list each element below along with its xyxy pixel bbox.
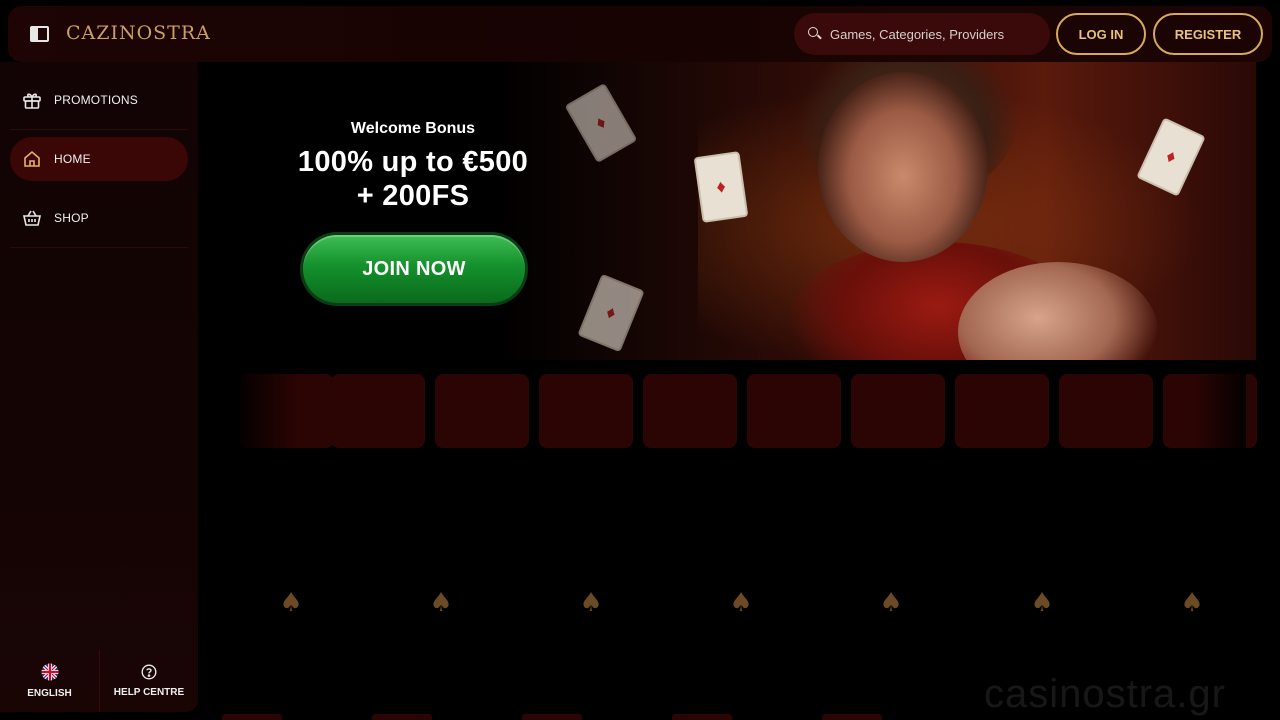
game-card-edge bbox=[222, 714, 282, 720]
language-selector[interactable]: ENGLISH bbox=[0, 650, 99, 712]
spade-loading-icon: ♠ bbox=[429, 588, 453, 618]
watermark: casinostra.gr bbox=[984, 672, 1226, 716]
banner-woman-face bbox=[818, 72, 988, 262]
sidebar-item-label: HOME bbox=[54, 152, 91, 166]
gift-icon bbox=[23, 93, 41, 109]
site-logo[interactable]: CAZINOSTRA bbox=[66, 22, 211, 44]
search-bar[interactable] bbox=[794, 13, 1050, 55]
category-tile[interactable] bbox=[435, 374, 529, 448]
bonus-free-spins: + 200FS bbox=[356, 180, 470, 212]
sidebar-item-label: PROMOTIONS bbox=[54, 93, 139, 107]
sidebar-divider bbox=[10, 129, 188, 130]
game-card-edge bbox=[672, 714, 732, 720]
game-card-edge bbox=[372, 714, 432, 720]
banner-title: Welcome Bonus bbox=[350, 120, 476, 137]
spade-loading-icon: ♠ bbox=[579, 588, 603, 618]
top-header: CAZINOSTRA LOG IN REGISTER bbox=[8, 6, 1272, 62]
playing-card-icon bbox=[577, 273, 645, 353]
category-carousel bbox=[240, 374, 1257, 448]
sidebar-item-shop[interactable]: SHOP bbox=[10, 196, 188, 240]
playing-card-icon bbox=[693, 151, 749, 223]
sidebar-item-promotions[interactable]: PROMOTIONS bbox=[10, 78, 188, 122]
sidebar-item-home[interactable]: HOME bbox=[10, 137, 188, 181]
language-label: ENGLISH bbox=[27, 688, 72, 699]
carousel-fade-right bbox=[1196, 370, 1246, 452]
game-card-edge bbox=[522, 714, 582, 720]
uk-flag-icon bbox=[41, 663, 58, 681]
spade-loading-icon: ♠ bbox=[1180, 588, 1204, 618]
sidebar-divider bbox=[10, 247, 188, 248]
basket-icon bbox=[23, 210, 41, 226]
spade-loading-icon: ♠ bbox=[879, 588, 903, 618]
register-button[interactable]: REGISTER bbox=[1153, 13, 1263, 55]
help-centre-link[interactable]: HELP CENTRE bbox=[99, 650, 198, 712]
sidebar-item-label: SHOP bbox=[54, 211, 89, 225]
category-tile[interactable] bbox=[539, 374, 633, 448]
login-button[interactable]: LOG IN bbox=[1056, 13, 1146, 55]
category-tile[interactable] bbox=[747, 374, 841, 448]
spade-loading-icon: ♠ bbox=[279, 588, 303, 618]
sidebar-footer: ENGLISH HELP CENTRE bbox=[0, 650, 198, 712]
help-circle-icon bbox=[141, 664, 157, 680]
help-centre-label: HELP CENTRE bbox=[113, 687, 185, 698]
join-now-button[interactable]: JOIN NOW bbox=[303, 235, 525, 303]
category-tile[interactable] bbox=[955, 374, 1049, 448]
spade-loading-icon: ♠ bbox=[729, 588, 753, 618]
search-icon bbox=[808, 27, 822, 41]
category-tile[interactable] bbox=[851, 374, 945, 448]
spade-loading-icon: ♠ bbox=[1030, 588, 1054, 618]
category-tile[interactable] bbox=[643, 374, 737, 448]
bonus-amount: 100% up to €500 bbox=[297, 146, 529, 178]
search-input[interactable] bbox=[830, 26, 1030, 42]
carousel-fade-left bbox=[238, 370, 298, 452]
category-tile[interactable] bbox=[331, 374, 425, 448]
home-icon bbox=[24, 150, 40, 167]
category-tile[interactable] bbox=[1059, 374, 1153, 448]
game-card-edge bbox=[822, 714, 882, 720]
welcome-banner: Welcome Bonus 100% up to €500 + 200FS JO… bbox=[198, 62, 1256, 360]
sidebar: PROMOTIONS HOME SHOP ENGLISH HELP CENTRE bbox=[0, 62, 198, 712]
sidebar-toggle-icon[interactable] bbox=[30, 26, 49, 42]
